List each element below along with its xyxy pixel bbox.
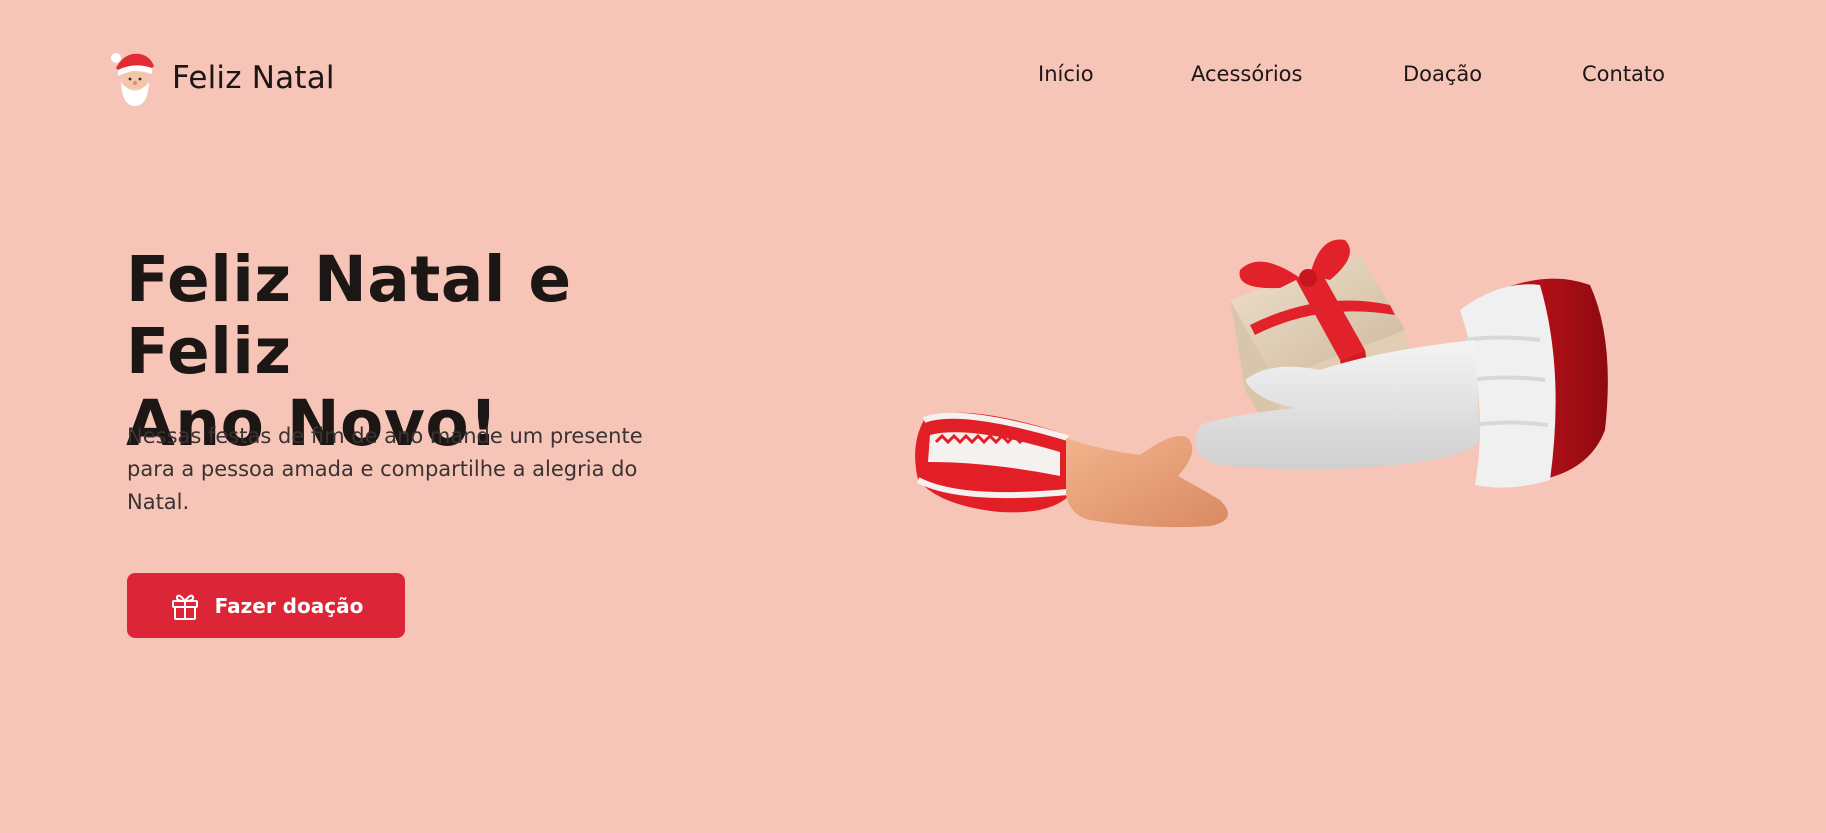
main-nav: Início Acessórios Doação Contato xyxy=(0,62,1826,94)
hero-title-line-1: Feliz Natal e Feliz xyxy=(126,243,572,388)
landing-page: Feliz Natal Início Acessórios Doação Con… xyxy=(0,0,1826,833)
nav-item-acessorios[interactable]: Acessórios xyxy=(1191,62,1302,86)
nav-item-doacao[interactable]: Doação xyxy=(1403,62,1482,86)
nav-item-inicio[interactable]: Início xyxy=(1038,62,1094,86)
nav-item-contato[interactable]: Contato xyxy=(1582,62,1665,86)
site-header: Feliz Natal Início Acessórios Doação Con… xyxy=(0,0,1826,150)
hands-exchanging-gift-image xyxy=(915,239,1608,528)
left-hand xyxy=(915,412,1228,528)
donate-button-label: Fazer doação xyxy=(214,593,364,618)
gift-icon xyxy=(171,594,198,620)
hero-description: Nessas festas de fim de ano mande um pre… xyxy=(127,424,643,514)
donate-button[interactable]: Fazer doação xyxy=(127,573,405,638)
